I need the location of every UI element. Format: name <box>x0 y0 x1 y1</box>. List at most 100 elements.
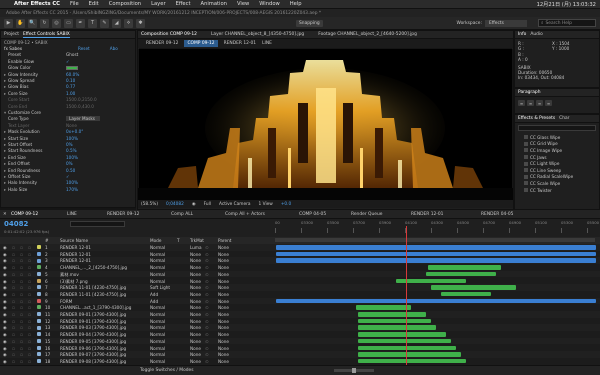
lock-icon[interactable]: ▫ <box>28 339 31 344</box>
tab-project[interactable]: Project <box>4 32 19 37</box>
active-camera-select[interactable]: Active Camera <box>219 202 251 207</box>
audio-icon[interactable]: ▫ <box>12 292 15 297</box>
eye-icon[interactable]: ◉ <box>3 299 7 304</box>
layer-duration-bar[interactable] <box>431 285 516 290</box>
camera-icon[interactable]: ◉ <box>192 202 196 207</box>
layer-source-name[interactable]: RENDER 12-01 <box>60 245 146 250</box>
lock-icon[interactable]: ▫ <box>28 299 31 304</box>
eraser-tool-icon[interactable]: ⟡ <box>124 18 133 28</box>
layer-row[interactable]: ◉ ▫ ▫ ▫ 4 CHANNEL_..._2_[4250-4750].jpg Normal… <box>0 264 600 271</box>
layer-trkmat[interactable]: None <box>190 339 216 344</box>
pen-tool-icon[interactable]: ✒ <box>76 18 85 28</box>
audio-icon[interactable]: ▫ <box>12 245 15 250</box>
stamp-tool-icon[interactable]: ◢ <box>112 18 121 28</box>
lock-icon[interactable]: ▫ <box>28 312 31 317</box>
reset-link[interactable]: Reset <box>78 46 90 51</box>
effect-list-item[interactable]: CC Light Wipe <box>518 160 596 167</box>
layer-source-name[interactable]: RENDER 09-01 [3790-4300].jpg <box>60 312 146 317</box>
tab-render-queue[interactable]: Render Queue <box>351 212 411 217</box>
layer-source-name[interactable]: CHANNEL...act_1_[3790-4300].jpg <box>60 305 146 310</box>
color-swatch[interactable] <box>66 65 78 70</box>
tab-comp-all-actors[interactable]: Comp All + Actors <box>225 212 299 217</box>
layer-duration-bar[interactable] <box>358 318 431 324</box>
layer-parent[interactable]: None <box>218 305 248 310</box>
label-color-swatch[interactable] <box>37 352 41 357</box>
effect-list-item[interactable]: CC Radial ScaleWipe <box>518 174 596 181</box>
lock-icon[interactable]: ▫ <box>28 332 31 337</box>
layer-duration-bar[interactable] <box>358 338 451 344</box>
layer-mode[interactable]: Normal <box>150 258 176 263</box>
layer-row[interactable]: ◉ ▫ ▫ ▫ 17 RENDER 09-07 [3790-4300].jpg Normal… <box>0 351 600 358</box>
lock-icon[interactable]: ▫ <box>28 292 31 297</box>
audio-icon[interactable]: ▫ <box>12 325 15 330</box>
eye-icon[interactable]: ◉ <box>3 352 7 357</box>
layer-duration-bar[interactable] <box>276 298 596 304</box>
time-ruler[interactable]: 00 03300 03500 03700 03900 04100 04300 04500 047… <box>275 219 599 237</box>
layer-duration-bar[interactable] <box>276 258 596 263</box>
prop-value[interactable]: 1500.0,430.0 <box>66 104 94 109</box>
eye-icon[interactable]: ◉ <box>3 359 7 364</box>
tab-effects-presets[interactable]: Effects & Presets <box>518 116 555 121</box>
menu-view[interactable]: View <box>237 1 249 7</box>
layer-trkmat[interactable]: None <box>190 292 216 297</box>
label-color-swatch[interactable] <box>37 258 41 263</box>
effect-list-item[interactable]: CC Glass Wipe <box>518 134 596 141</box>
effects-search-input[interactable] <box>518 125 596 131</box>
eye-icon[interactable]: ◉ <box>3 325 7 330</box>
close-icon[interactable]: ✕ <box>3 212 11 217</box>
menu-help[interactable]: Help <box>290 1 302 7</box>
layer-parent[interactable]: None <box>218 252 248 257</box>
layer-mode[interactable]: Normal <box>150 332 176 337</box>
layer-duration-bar[interactable] <box>426 271 496 277</box>
layer-trkmat[interactable]: None <box>190 352 216 357</box>
layer-parent[interactable]: None <box>218 332 248 337</box>
layer-row[interactable]: ◉ ▫ ▫ ▫ 3 RENDER 12-01 Normal None ⊙ None <box>0 257 600 264</box>
col-source-name[interactable]: Source Name <box>60 238 88 243</box>
label-color-swatch[interactable] <box>37 245 41 250</box>
layer-parent[interactable]: None <box>218 279 248 284</box>
layer-mode[interactable]: Normal <box>150 319 176 324</box>
toggle-switches-modes[interactable]: Toggle Switches / Modes <box>140 368 194 373</box>
type-tool-icon[interactable]: T <box>88 18 97 28</box>
layer-trkmat[interactable]: None <box>190 359 216 364</box>
layer-mode[interactable]: Normal <box>150 352 176 357</box>
layer-duration-bar[interactable] <box>358 358 466 364</box>
eye-icon[interactable]: ◉ <box>3 265 7 270</box>
tab-character[interactable]: Char <box>559 116 569 121</box>
justify-icon[interactable]: ≡ <box>545 100 552 106</box>
audio-icon[interactable]: ▫ <box>12 272 15 277</box>
layer-trkmat[interactable]: None <box>190 252 216 257</box>
audio-icon[interactable]: ▫ <box>12 252 15 257</box>
puppet-tool-icon[interactable]: ✱ <box>136 18 145 28</box>
tab-line[interactable]: LINE <box>67 212 107 217</box>
views-select[interactable]: 1 View <box>259 202 273 207</box>
layer-row[interactable]: ◉ ▫ ▫ ▫ 14 RENDER 09-04 [3790-4300].jpg Normal… <box>0 331 600 338</box>
audio-icon[interactable]: ▫ <box>12 346 15 351</box>
layer-mode[interactable]: Normal <box>150 359 176 364</box>
zoom-slider[interactable] <box>333 368 374 373</box>
chain-icon[interactable]: ⊙ <box>205 258 209 263</box>
rectangle-tool-icon[interactable]: ▭ <box>64 18 73 28</box>
layer-mode[interactable]: Normal <box>150 346 176 351</box>
subtab-comp-09-12[interactable]: COMP 09-12 <box>184 40 218 47</box>
effect-list-item[interactable]: CC Grid Wipe <box>518 141 596 148</box>
rotate-tool-icon[interactable]: ↻ <box>40 18 49 28</box>
layer-mode[interactable]: Add <box>150 299 176 304</box>
layer-mode[interactable]: Normal <box>150 265 176 270</box>
tab-footage[interactable]: Footage CHANNEL_object_2_[4640-5200].jpg <box>318 32 417 37</box>
layer-parent[interactable]: None <box>218 285 248 290</box>
chain-icon[interactable]: ⊙ <box>205 265 209 270</box>
prop-value[interactable]: 100% <box>66 180 78 185</box>
layer-source-name[interactable]: RENDER 09-06 [3790-4300].jpg <box>60 346 146 351</box>
label-color-swatch[interactable] <box>37 359 41 364</box>
lock-icon[interactable]: ▫ <box>28 245 31 250</box>
tab-effect-controls[interactable]: Effect Controls SABIX <box>23 32 70 38</box>
playhead[interactable] <box>406 226 407 365</box>
prop-value[interactable]: 0.77 <box>66 84 75 89</box>
eye-icon[interactable]: ◉ <box>3 272 7 277</box>
layer-row[interactable]: ◉ ▫ ▫ ▫ 6 (3)素材 7.png Normal None ⊙ None <box>0 277 600 284</box>
label-color-swatch[interactable] <box>37 251 41 256</box>
layer-row[interactable]: ◉ ▫ ▫ ▫ 13 RENDER 09-03 [3790-4300].jpg Normal… <box>0 324 600 331</box>
effect-list-item[interactable]: CC Jaws <box>518 154 596 161</box>
label-color-swatch[interactable] <box>37 292 41 297</box>
